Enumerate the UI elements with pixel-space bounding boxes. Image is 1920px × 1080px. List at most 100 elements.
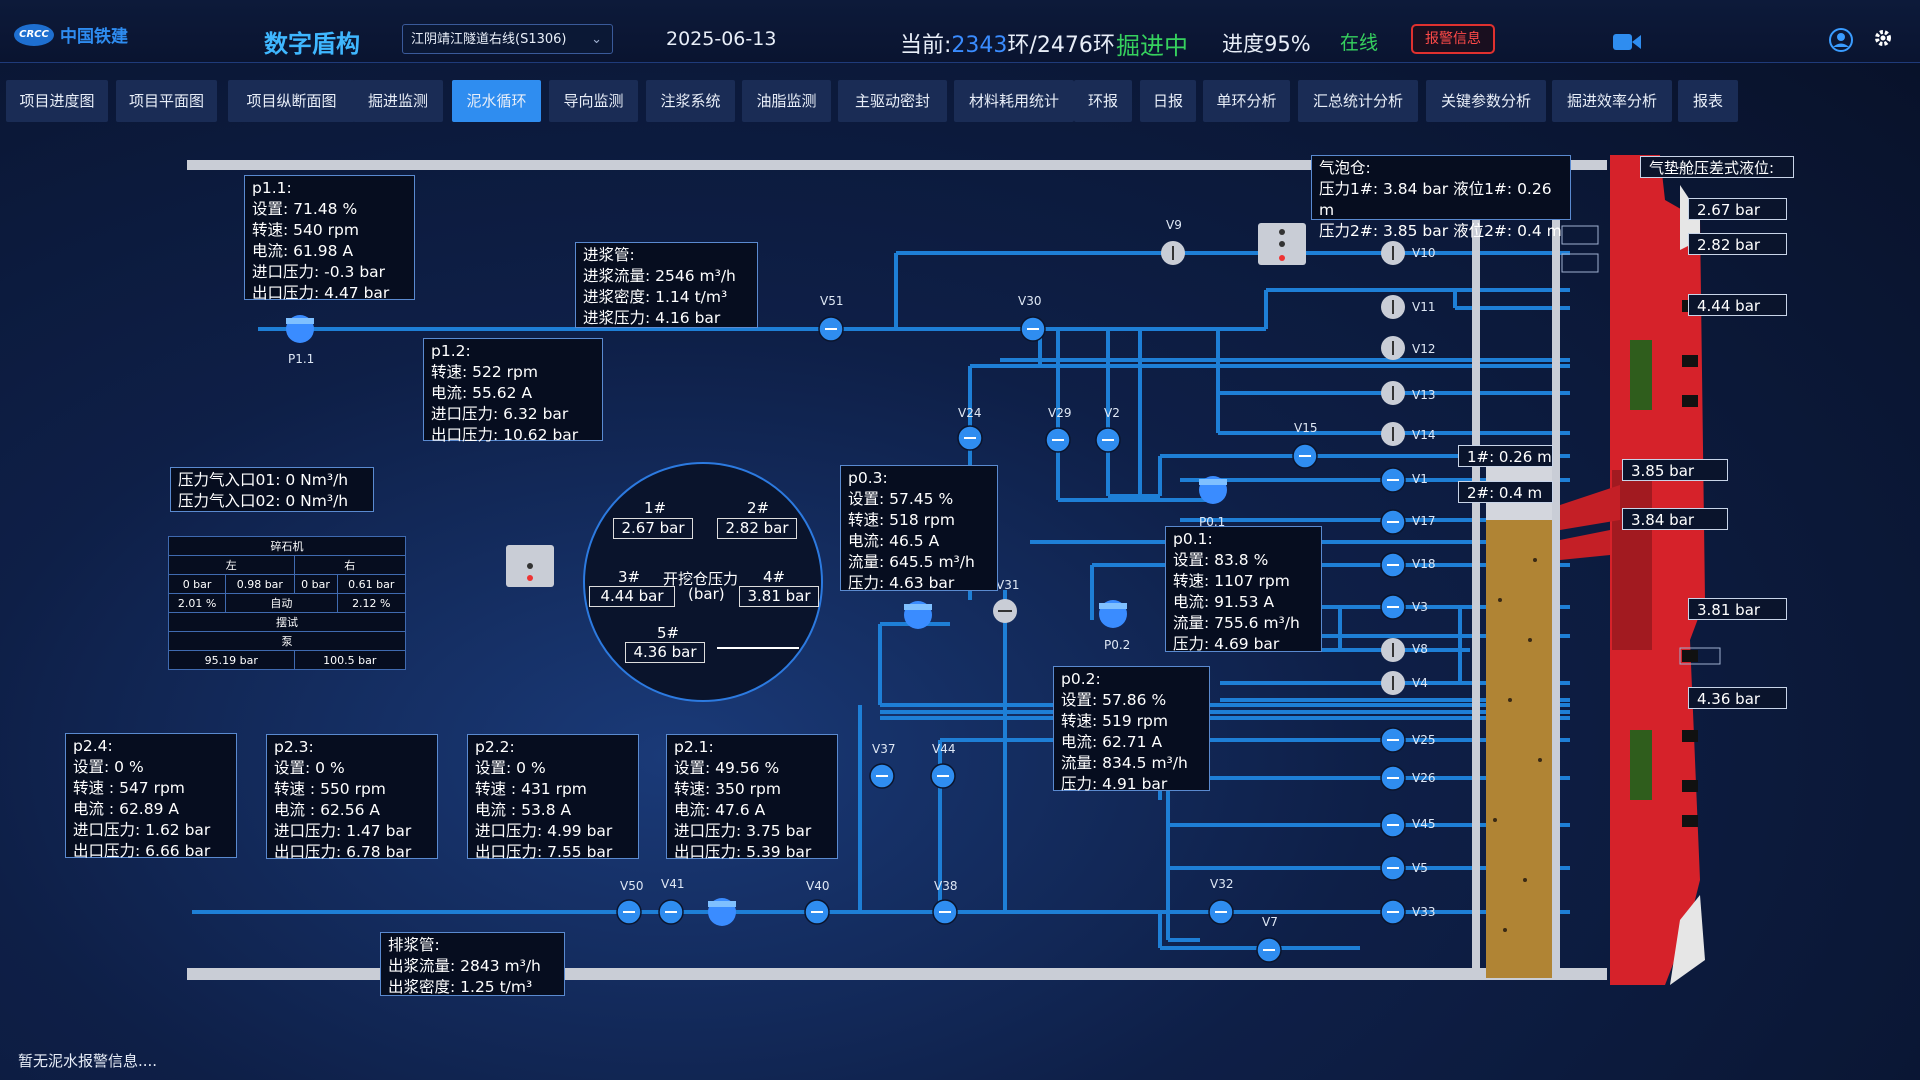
panel-line: p0.1: <box>1173 530 1213 548</box>
air-inlet-panel: 压力气入口01: 0 Nm³/h 压力气入口02: 0 Nm³/h <box>170 467 374 512</box>
panel-line: 电流: 91.53 A <box>1173 593 1275 611</box>
panel-line: p2.4: <box>73 737 113 755</box>
panel-line: 转速: 350 rpm <box>674 780 781 798</box>
crusher-cell: 95.19 bar <box>168 650 295 670</box>
crusher-swing: 摆试 <box>168 612 406 632</box>
panel-line: 流量: 755.6 m³/h <box>1173 614 1300 632</box>
valve-icon[interactable] <box>1161 241 1185 265</box>
valve-icon[interactable] <box>1381 241 1405 265</box>
panel-line: 出浆密度: 1.25 t/m³ <box>388 978 533 996</box>
panel-line: 进浆管: <box>583 246 635 264</box>
chamber-unit: (bar) <box>688 585 725 603</box>
chamber-value-5: 4.36 bar <box>625 642 705 663</box>
crusher-cell: 2.01 % <box>167 593 227 613</box>
excavation-chamber-gauge: 1# 2.67 bar 2# 2.82 bar 3# 开挖仓压力 4# (bar… <box>583 462 823 702</box>
pump-icon[interactable] <box>1199 476 1227 504</box>
valve-label-v7: V7 <box>1262 915 1278 929</box>
panel-line: 进口压力: 4.99 bar <box>475 822 613 840</box>
pump-p11-panel: p1.1: 设置: 71.48 % 转速: 540 rpm 电流: 61.98 A 进口… <box>244 175 415 302</box>
panel-line: 电流: 47.6 A <box>674 801 766 819</box>
panel-line: 进浆密度: 1.14 t/m³ <box>583 288 728 306</box>
panel-line: 设置: 0 % <box>274 759 345 777</box>
bubble-chamber-panel: 气泡仓: 压力1#: 3.84 bar 液位1#: 0.26 m 压力2#: 3.8… <box>1311 155 1571 240</box>
valve-icon[interactable] <box>993 599 1017 623</box>
panel-line: 压力气入口01: 0 Nm³/h <box>178 471 349 489</box>
panel-line: p1.1: <box>252 179 292 197</box>
crusher-cell: 0 bar <box>167 574 227 594</box>
panel-line: 进浆流量: 2546 m³/h <box>583 267 736 285</box>
valve-label-v18: V18 <box>1412 557 1436 571</box>
valve-icon[interactable] <box>1381 295 1405 319</box>
panel-line: 设置: 71.48 % <box>252 200 358 218</box>
panel-line: 流量: 834.5 m³/h <box>1061 754 1188 772</box>
panel-line: 压力: 4.63 bar <box>848 574 955 592</box>
panel-line: 电流: 61.98 A <box>252 242 354 260</box>
panel-line: 电流: 62.71 A <box>1061 733 1163 751</box>
crusher-pump: 泵 <box>168 631 406 651</box>
panel-line: 进口压力: 1.62 bar <box>73 821 211 839</box>
panel-line: 出口压力: 10.62 bar <box>431 426 579 444</box>
valve-icon[interactable] <box>1381 381 1405 405</box>
valve-label-v29: V29 <box>1048 406 1072 420</box>
valve-label-v10: V10 <box>1412 246 1436 260</box>
valve-label-v8: V8 <box>1412 642 1428 656</box>
chamber-value-3: 4.44 bar <box>589 586 675 607</box>
panel-line: 出口压力: 7.55 bar <box>475 843 613 861</box>
right-pressure-value: 2.82 bar <box>1688 233 1787 255</box>
valve-label-v14: V14 <box>1412 428 1436 442</box>
level-1-value: 1#: 0.26 m <box>1458 445 1553 467</box>
pump-p02-panel: p0.2: 设置: 57.86 % 转速: 519 rpm 电流: 62.71 A 流量… <box>1053 666 1210 793</box>
panel-line: p2.1: <box>674 738 714 756</box>
valve-label-v40: V40 <box>806 879 830 893</box>
panel-line: 进口压力: -0.3 bar <box>252 263 386 281</box>
pump-icon[interactable] <box>1099 600 1127 628</box>
valve-label-v24: V24 <box>958 406 982 420</box>
crusher-right-header: 右 <box>293 555 407 575</box>
pump-p24-panel: p2.4: 设置: 0 % 转速 : 547 rpm 电流 : 62.89 A 进口压力… <box>65 733 237 860</box>
panel-line: 出口压力: 5.39 bar <box>674 843 812 861</box>
pump-label-p11: P1.1 <box>288 352 315 366</box>
crusher-cell: 100.5 bar <box>293 650 407 670</box>
valve-label-v38: V38 <box>934 879 958 893</box>
valve-label-v4: V4 <box>1412 676 1428 690</box>
crusher-cell: 自动 <box>225 593 338 613</box>
panel-line: 进浆压力: 4.16 bar <box>583 309 721 327</box>
valve-label-v25: V25 <box>1412 733 1436 747</box>
panel-line: p0.2: <box>1061 670 1101 688</box>
valve-icon[interactable] <box>1381 638 1405 662</box>
panel-line: 设置: 0 % <box>73 758 144 776</box>
panel-line: 电流: 55.62 A <box>431 384 533 402</box>
right-pressure-value: 4.36 bar <box>1688 687 1787 709</box>
valve-label-v51: V51 <box>820 294 844 308</box>
panel-line: 转速: 522 rpm <box>431 363 538 381</box>
panel-line: 电流 : 62.89 A <box>73 800 179 818</box>
panel-line: p2.3: <box>274 738 314 756</box>
panel-line: 排浆管: <box>388 936 440 954</box>
panel-line: 电流 : 53.8 A <box>475 801 572 819</box>
level-2-value: 2#: 0.4 m <box>1458 481 1553 503</box>
panel-line: 转速: 540 rpm <box>252 221 359 239</box>
panel-line: 出口压力: 6.78 bar <box>274 843 412 861</box>
valve-label-v31: V31 <box>996 578 1020 592</box>
valve-icon[interactable] <box>1381 422 1405 446</box>
pump-icon[interactable] <box>708 898 736 926</box>
valve-label-v50: V50 <box>620 879 644 893</box>
right-pressure-value: 3.81 bar <box>1688 598 1787 620</box>
valve-icon[interactable] <box>1381 671 1405 695</box>
inlet-pipe-panel: 进浆管: 进浆流量: 2546 m³/h 进浆密度: 1.14 t/m³ 进浆压力: … <box>575 242 758 328</box>
panel-line: 转速 : 547 rpm <box>73 779 185 797</box>
panel-line: 进口压力: 1.47 bar <box>274 822 412 840</box>
valve-label-v11: V11 <box>1412 300 1436 314</box>
panel-line: 转速 : 550 rpm <box>274 780 386 798</box>
outlet-pipe-panel: 排浆管: 出浆流量: 2843 m³/h 出浆密度: 1.25 t/m³ <box>380 932 565 996</box>
valve-label-v2: V2 <box>1104 406 1120 420</box>
chamber-divider <box>717 647 799 649</box>
panel-line: 设置: 57.45 % <box>848 490 954 508</box>
valve-label-v33: V33 <box>1412 905 1436 919</box>
valve-label-v41: V41 <box>661 877 685 891</box>
pump-icon[interactable] <box>904 601 932 629</box>
pump-icon[interactable] <box>286 315 314 343</box>
valve-label-v32: V32 <box>1210 877 1234 891</box>
panel-line: 压力: 4.91 bar <box>1061 775 1168 793</box>
valve-icon[interactable] <box>1381 336 1405 360</box>
